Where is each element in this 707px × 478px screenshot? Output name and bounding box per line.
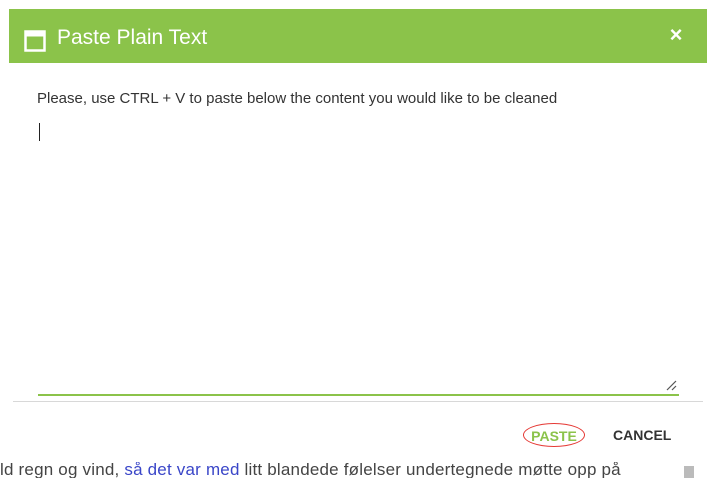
dialog-header: Paste Plain Text × bbox=[9, 9, 707, 63]
paste-textarea[interactable] bbox=[38, 121, 679, 396]
dialog-title: Paste Plain Text bbox=[57, 26, 208, 49]
paste-button[interactable]: PASTE bbox=[523, 423, 585, 447]
background-text-start: ld regn og vind, bbox=[0, 462, 125, 478]
background-text-end: litt blandede følelser undertegnede møtt… bbox=[239, 462, 621, 478]
close-icon[interactable]: × bbox=[663, 22, 689, 48]
footer-divider bbox=[13, 401, 703, 402]
scrollbar-thumb[interactable] bbox=[684, 466, 694, 478]
paste-plain-text-dialog: Paste Plain Text × Please, use CTRL + V … bbox=[9, 9, 707, 455]
background-article-text: ld regn og vind, så det var med litt bla… bbox=[0, 462, 707, 478]
window-icon bbox=[24, 30, 46, 52]
text-caret bbox=[39, 123, 40, 141]
paste-instruction: Please, use CTRL + V to paste below the … bbox=[37, 90, 558, 107]
resize-grip-icon[interactable] bbox=[665, 379, 677, 391]
background-link[interactable]: så det var med bbox=[124, 462, 239, 478]
cancel-button[interactable]: CANCEL bbox=[613, 423, 671, 447]
